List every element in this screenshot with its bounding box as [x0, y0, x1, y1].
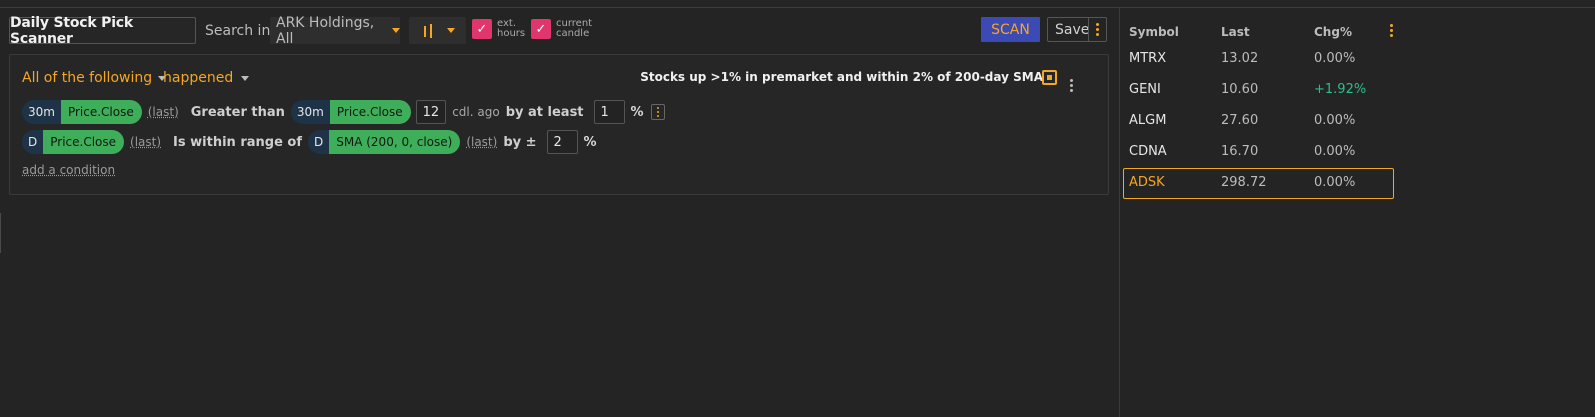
watchlist-table: MTRX 13.02 0.00% GENI 10.60 +1.92% ALGM …	[1123, 44, 1394, 199]
table-row-selected[interactable]: ADSK 298.72 0.00%	[1123, 168, 1394, 199]
column-header-last[interactable]: Last	[1221, 25, 1250, 39]
current-candle-label: current candle	[556, 18, 593, 39]
symbol-cell: MTRX	[1129, 51, 1167, 66]
chip-icon[interactable]	[1042, 70, 1057, 85]
qualifier-link[interactable]: (last)	[148, 105, 179, 119]
table-row[interactable]: CDNA 16.70 0.00%	[1123, 137, 1394, 168]
checkmark-icon: ✓	[472, 19, 492, 39]
current-candle-checkbox[interactable]: ✓ current candle	[531, 19, 596, 39]
save-options-button[interactable]	[1088, 18, 1106, 41]
candlestick-icon	[423, 23, 435, 38]
timeframe-label[interactable]: D	[308, 130, 330, 154]
table-row[interactable]: ALGM 27.60 0.00%	[1123, 106, 1394, 137]
add-condition-link[interactable]: add a condition	[22, 163, 115, 177]
left-edge-handle	[0, 213, 1, 253]
indicator-pill[interactable]: 30m Price.Close	[290, 100, 411, 124]
amount-input[interactable]: 2	[546, 130, 578, 154]
scan-description[interactable]: Stocks up >1% in premarket and within 2%…	[640, 70, 1043, 84]
happened-dropdown[interactable]: happened	[163, 70, 250, 86]
last-cell: 13.02	[1221, 51, 1259, 66]
symbol-cell: GENI	[1129, 82, 1161, 97]
universe-value: ARK Holdings, All	[276, 14, 375, 47]
panel-more-button[interactable]	[1070, 71, 1073, 92]
more-vertical-icon	[656, 107, 659, 117]
last-cell: 16.70	[1221, 144, 1259, 159]
field-label[interactable]: Price.Close	[43, 130, 125, 154]
field-label[interactable]: Price.Close	[329, 100, 411, 124]
conditions-panel: All of the following happened Stocks up …	[9, 54, 1109, 195]
timeframe-label[interactable]: 30m	[290, 100, 330, 124]
chg-cell: 0.00%	[1314, 144, 1356, 159]
column-header-chg[interactable]: Chg%	[1314, 25, 1352, 39]
column-header-symbol[interactable]: Symbol	[1129, 25, 1179, 39]
symbol-cell: ALGM	[1129, 113, 1167, 128]
indicator-pill[interactable]: 30m Price.Close	[22, 100, 142, 124]
unit-label: %	[630, 104, 644, 120]
indicator-pill[interactable]: D Price.Close	[22, 130, 125, 154]
top-divider	[0, 7, 1595, 8]
scanner-toolbar: Daily Stock Pick Scanner Search in ARK H…	[9, 14, 1109, 47]
condition-row: 30m Price.Close (last) Greater than 30m …	[22, 99, 665, 125]
more-vertical-icon	[1070, 79, 1073, 92]
operator-label[interactable]: Greater than	[191, 105, 285, 120]
happened-value: happened	[163, 70, 234, 86]
scanner-title-field[interactable]: Daily Stock Pick Scanner	[9, 15, 196, 47]
watchlist-header: Symbol Last Chg%	[1129, 23, 1409, 41]
save-button[interactable]: Save	[1047, 17, 1107, 42]
universe-dropdown[interactable]: ARK Holdings, All	[270, 14, 400, 47]
save-label: Save	[1055, 21, 1090, 38]
chevron-down-icon	[447, 28, 455, 33]
condition-options-button[interactable]	[650, 104, 665, 120]
qualifier-link[interactable]: (last)	[466, 135, 497, 149]
timeframe-label[interactable]: 30m	[22, 100, 61, 124]
indicator-pill[interactable]: D SMA (200, 0, close)	[308, 130, 461, 154]
last-cell: 298.72	[1221, 175, 1267, 190]
chevron-down-icon	[392, 28, 400, 33]
amount-input[interactable]: 1	[593, 100, 625, 124]
field-label[interactable]: SMA (200, 0, close)	[329, 130, 461, 154]
checkmark-icon: ✓	[531, 19, 551, 39]
ext-hours-checkbox[interactable]: ✓ ext. hours	[472, 19, 537, 39]
bars-ago-label: cdl. ago	[452, 105, 500, 119]
more-vertical-icon	[1096, 23, 1099, 36]
chart-type-dropdown[interactable]	[409, 17, 466, 44]
qualifier-link[interactable]: (last)	[130, 135, 161, 149]
symbol-cell: ADSK	[1129, 175, 1165, 190]
unit-label: %	[583, 134, 597, 150]
by-label: by at least	[505, 104, 584, 120]
field-label[interactable]: Price.Close	[60, 100, 142, 124]
chg-cell: 0.00%	[1314, 113, 1356, 128]
bars-ago-input[interactable]: 12	[415, 100, 447, 124]
chg-cell: 0.00%	[1314, 175, 1356, 190]
logic-value: All of the following	[22, 70, 153, 86]
timeframe-label[interactable]: D	[22, 130, 44, 154]
logic-dropdown[interactable]: All of the following	[22, 70, 167, 86]
chevron-down-icon	[241, 75, 250, 81]
table-row[interactable]: MTRX 13.02 0.00%	[1123, 44, 1394, 75]
chg-cell: +1.92%	[1314, 82, 1367, 97]
search-in-label: Search in	[205, 23, 271, 39]
last-cell: 27.60	[1221, 113, 1259, 128]
chg-cell: 0.00%	[1314, 51, 1356, 66]
more-vertical-icon[interactable]	[1390, 24, 1393, 37]
scan-button[interactable]: SCAN	[981, 17, 1040, 42]
symbol-cell: CDNA	[1129, 144, 1167, 159]
last-cell: 10.60	[1221, 82, 1259, 97]
operator-label[interactable]: Is within range of	[173, 135, 302, 150]
table-row[interactable]: GENI 10.60 +1.92%	[1123, 75, 1394, 106]
panel-divider	[1119, 8, 1120, 417]
by-label: by ±	[503, 134, 537, 150]
condition-row: D Price.Close (last) Is within range of …	[22, 129, 597, 155]
